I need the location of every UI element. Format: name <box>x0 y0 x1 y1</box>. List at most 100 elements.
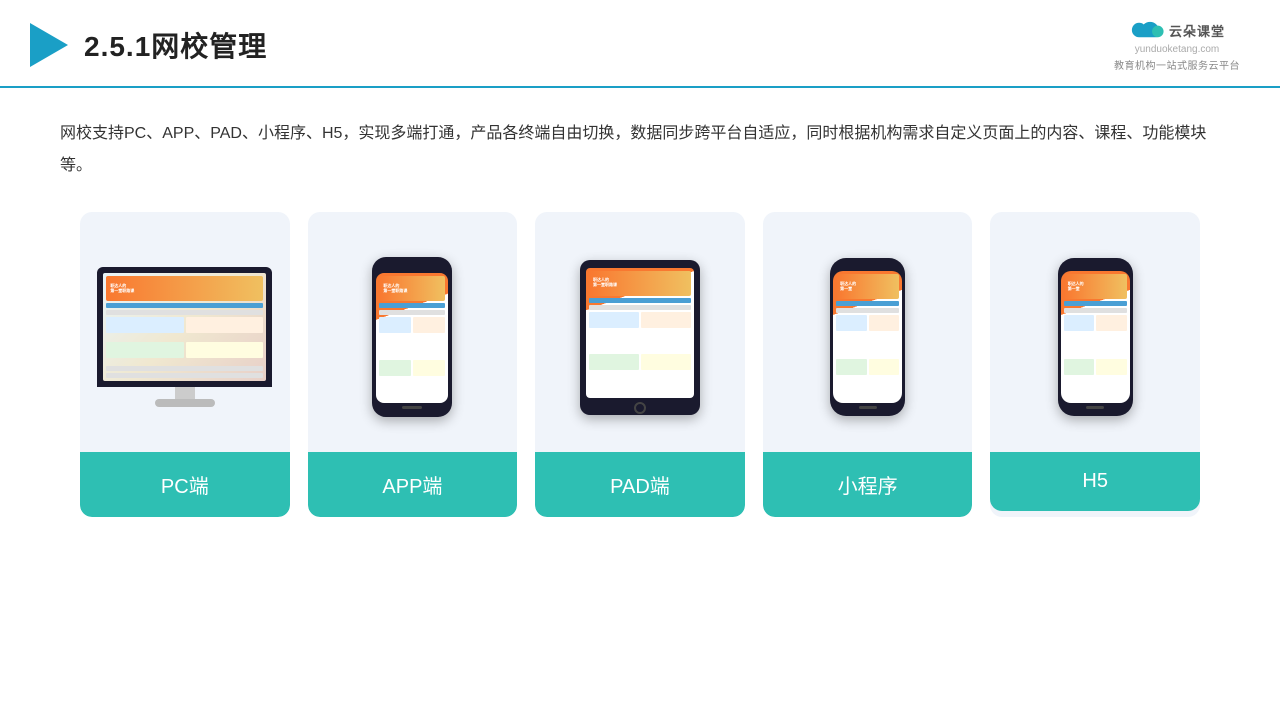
pc-grid <box>106 317 263 364</box>
h5-card3 <box>1064 359 1095 375</box>
tablet-screen: 职达人的第一堂职路课 <box>586 268 694 398</box>
card-pad-image: 职达人的第一堂职路课 <box>535 212 745 452</box>
app-screen-detail: 职达人的第一堂职路课 <box>376 273 448 403</box>
pad-screen-detail: 职达人的第一堂职路课 <box>586 268 694 398</box>
pc-mockup: 职达人的第一堂职路课 <box>95 267 275 407</box>
phone-screen-app: 职达人的第一堂职路课 <box>376 273 448 403</box>
pad-card2 <box>641 312 691 328</box>
pc-card1 <box>106 317 184 333</box>
pad-card4 <box>641 354 691 370</box>
card-miniprogram-label: 小程序 <box>763 452 973 517</box>
logo-url: yunduoketang.com <box>1135 44 1220 55</box>
mini-phone-notch-mp <box>854 263 882 270</box>
h5-banner-text: 职达人的第一堂 <box>1068 282 1084 292</box>
logo-area: 云朵课堂 yunduoketang.com 教育机构一站式服务云平台 <box>1114 18 1240 72</box>
mini-phone-notch-h5 <box>1081 263 1109 270</box>
card-miniprogram-image: 职达人的第一堂 <box>763 212 973 452</box>
h5-card1 <box>1064 315 1095 331</box>
main-content: 网校支持PC、APP、PAD、小程序、H5，实现多端打通，产品各终端自由切换，数… <box>0 88 1280 537</box>
mini-phone-screen-mp: 职达人的第一堂 <box>833 271 902 403</box>
pad-banner-text: 职达人的第一堂职路课 <box>593 278 617 288</box>
pc-card2 <box>186 317 264 333</box>
pc-banner: 职达人的第一堂职路课 <box>106 276 263 301</box>
pc-stand-base <box>155 399 215 407</box>
card-app-label: APP端 <box>308 452 518 517</box>
pc-screen-outer: 职达人的第一堂职路课 <box>97 267 272 387</box>
mini-phone-screen-h5: 职达人的第一堂 <box>1061 271 1130 403</box>
pc-screen-detail: 职达人的第一堂职路课 <box>103 273 266 381</box>
card-h5-label: H5 <box>990 452 1200 511</box>
header-left: 2.5.1网校管理 <box>30 23 267 67</box>
mp-card3 <box>836 359 867 375</box>
pc-row4 <box>106 373 263 378</box>
card-pc: 职达人的第一堂职路课 <box>80 212 290 517</box>
logo-text: 云朵课堂 <box>1169 21 1225 40</box>
app-row2 <box>379 310 445 315</box>
pc-stand-neck <box>175 387 195 399</box>
play-icon <box>30 23 68 67</box>
cloud-icon <box>1129 18 1165 42</box>
card-pad-label: PAD端 <box>535 452 745 517</box>
tablet-home <box>634 402 646 414</box>
phone-mockup-app: 职达人的第一堂职路课 <box>372 257 452 417</box>
pc-card4 <box>186 342 264 358</box>
mp-screen-detail: 职达人的第一堂 <box>833 271 902 403</box>
card-pad: 职达人的第一堂职路课 <box>535 212 745 517</box>
app-card2 <box>413 317 445 333</box>
card-app-image: 职达人的第一堂职路课 <box>308 212 518 452</box>
app-banner: 职达人的第一堂职路课 <box>379 276 445 301</box>
pad-card1 <box>589 312 639 328</box>
logo-cloud: 云朵课堂 <box>1129 18 1225 42</box>
pad-grid <box>589 312 691 395</box>
h5-grid <box>1064 315 1127 400</box>
pc-card3 <box>106 342 184 358</box>
mp-banner-text: 职达人的第一堂 <box>840 282 856 292</box>
app-card3 <box>379 360 411 376</box>
app-card4 <box>413 360 445 376</box>
mini-phone-home-mp <box>859 406 877 409</box>
h5-card2 <box>1096 315 1127 331</box>
description-text: 网校支持PC、APP、PAD、小程序、H5，实现多端打通，产品各终端自由切换，数… <box>60 118 1220 182</box>
card-app: 职达人的第一堂职路课 <box>308 212 518 517</box>
logo-tagline: 教育机构一站式服务云平台 <box>1114 57 1240 72</box>
mp-card4 <box>869 359 900 375</box>
pad-card3 <box>589 354 639 370</box>
h5-card4 <box>1096 359 1127 375</box>
tablet-mockup: 职达人的第一堂职路课 <box>580 260 700 415</box>
card-h5-image: 职达人的第一堂 <box>990 212 1200 452</box>
pad-row1 <box>589 298 691 303</box>
app-banner-text: 职达人的第一堂职路课 <box>383 284 407 294</box>
pc-screen-inner: 职达人的第一堂职路课 <box>103 273 266 381</box>
page-title: 2.5.1网校管理 <box>84 25 267 65</box>
mp-row1 <box>836 301 899 306</box>
h5-row1 <box>1064 301 1127 306</box>
mp-grid <box>836 315 899 400</box>
mp-card1 <box>836 315 867 331</box>
pad-row2 <box>589 305 691 310</box>
h5-row2 <box>1064 308 1127 313</box>
phone-notch-app <box>397 263 427 271</box>
mp-card2 <box>869 315 900 331</box>
app-grid <box>379 317 445 400</box>
mini-phone-home-h5 <box>1086 406 1104 409</box>
card-pc-label: PC端 <box>80 452 290 517</box>
h5-screen-detail: 职达人的第一堂 <box>1061 271 1130 403</box>
card-h5: 职达人的第一堂 <box>990 212 1200 517</box>
pc-row1 <box>106 303 263 308</box>
pc-row3 <box>106 366 263 371</box>
pad-banner: 职达人的第一堂职路课 <box>589 271 691 296</box>
mp-row2 <box>836 308 899 313</box>
pc-banner-text: 职达人的第一堂职路课 <box>110 284 134 294</box>
app-row1 <box>379 303 445 308</box>
cards-container: 职达人的第一堂职路课 <box>60 212 1220 517</box>
header: 2.5.1网校管理 云朵课堂 yunduoketang.com 教育机构一站式服… <box>0 0 1280 88</box>
mini-phone-mp: 职达人的第一堂 <box>830 258 905 416</box>
mini-phone-h5: 职达人的第一堂 <box>1058 258 1133 416</box>
app-card1 <box>379 317 411 333</box>
h5-banner: 职达人的第一堂 <box>1064 274 1127 299</box>
mp-banner: 职达人的第一堂 <box>836 274 899 299</box>
pc-row2 <box>106 310 263 315</box>
card-pc-image: 职达人的第一堂职路课 <box>80 212 290 452</box>
card-miniprogram: 职达人的第一堂 <box>763 212 973 517</box>
phone-home-app <box>402 406 422 409</box>
